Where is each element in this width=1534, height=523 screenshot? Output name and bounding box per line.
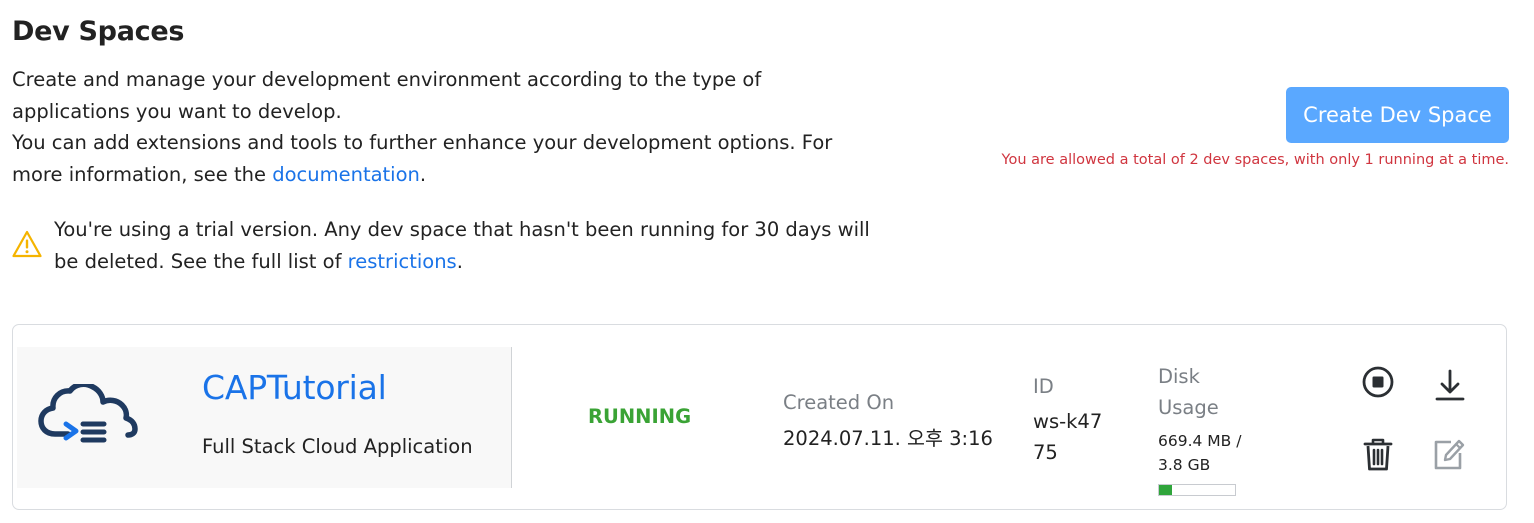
disk-usage-bar xyxy=(1158,484,1236,496)
download-button[interactable] xyxy=(1431,367,1469,405)
id-label: ID xyxy=(1033,375,1054,398)
dev-spaces-page: Dev Spaces Create and manage your develo… xyxy=(0,0,1534,523)
disk-usage-bar-fill xyxy=(1159,485,1173,495)
delete-button[interactable] xyxy=(1359,435,1397,473)
dev-space-card: CAPTutorial Full Stack Cloud Application… xyxy=(12,324,1507,510)
intro-line-2: You can add extensions and tools to furt… xyxy=(12,127,872,190)
created-on-value: 2024.07.11. 오후 3:16 xyxy=(783,427,993,450)
stop-button[interactable] xyxy=(1359,363,1397,401)
download-icon xyxy=(1435,369,1465,401)
warning-icon xyxy=(12,230,42,258)
restrictions-link[interactable]: restrictions xyxy=(348,250,457,273)
disk-usage-label: Disk Usage xyxy=(1158,365,1219,419)
trial-notice: You're using a trial version. Any dev sp… xyxy=(12,214,872,277)
id-value: ws-k4775 xyxy=(1033,410,1103,464)
trial-text: You're using a trial version. Any dev sp… xyxy=(54,214,872,277)
intro-line-1: Create and manage your development envir… xyxy=(12,68,762,123)
disk-usage-value: 669.4 MB / 3.8 GB xyxy=(1158,432,1242,474)
page-title: Dev Spaces xyxy=(12,16,185,47)
intro-text: Create and manage your development envir… xyxy=(12,64,872,190)
dev-space-limit-note: You are allowed a total of 2 dev spaces,… xyxy=(1001,152,1509,168)
documentation-link[interactable]: documentation xyxy=(272,163,420,186)
edit-button[interactable] xyxy=(1429,435,1467,473)
cloud-code-icon xyxy=(38,384,138,443)
dev-space-type: Full Stack Cloud Application xyxy=(202,435,473,458)
edit-icon xyxy=(1434,439,1465,470)
dev-space-name-link[interactable]: CAPTutorial xyxy=(202,368,387,407)
status-badge: RUNNING xyxy=(588,405,692,428)
created-on-label: Created On xyxy=(783,391,895,414)
intro-line-2-end: . xyxy=(419,162,427,186)
trash-icon xyxy=(1363,438,1393,471)
trial-message-end: . xyxy=(456,249,463,273)
stop-icon xyxy=(1362,366,1394,398)
dev-space-summary: CAPTutorial Full Stack Cloud Application xyxy=(17,347,512,488)
create-dev-space-button[interactable]: Create Dev Space xyxy=(1286,87,1509,143)
